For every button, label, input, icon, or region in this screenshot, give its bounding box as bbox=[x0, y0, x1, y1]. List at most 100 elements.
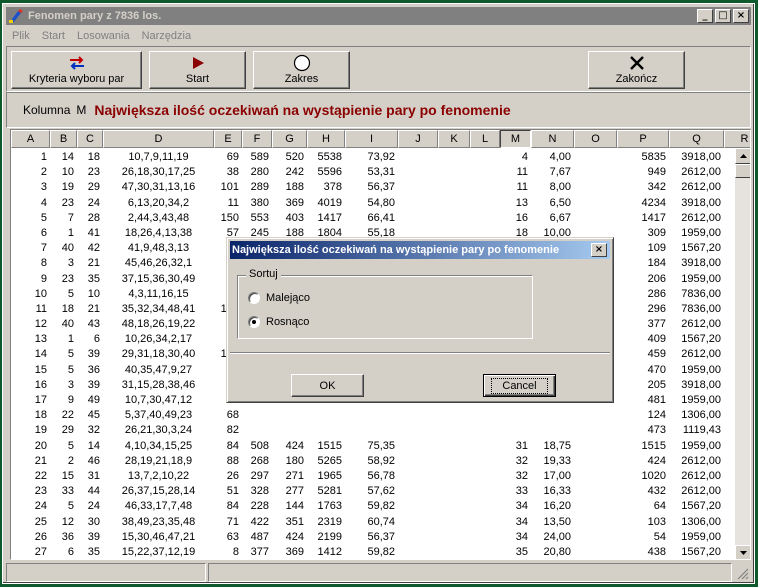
dialog-close-button[interactable]: × bbox=[591, 243, 607, 257]
menu-narzedzia[interactable]: Narzędzia bbox=[136, 30, 198, 42]
radio-ascending[interactable]: Rosnąco bbox=[248, 316, 309, 328]
cell-a: 10 bbox=[34, 287, 47, 300]
column-header-b[interactable]: B bbox=[50, 130, 77, 148]
cell-m bbox=[500, 423, 531, 438]
close-icon: × bbox=[594, 244, 604, 255]
menu-losowania[interactable]: Losowania bbox=[71, 30, 136, 42]
table-row[interactable]: 25 12 30 38,49,23,35,48 71 422 351 2319 60,74 34 1… bbox=[11, 515, 750, 530]
column-header-m[interactable]: M bbox=[500, 130, 531, 148]
radio-descending-dot[interactable] bbox=[248, 292, 260, 304]
cell-a: 21 bbox=[34, 454, 47, 467]
maximize-button[interactable]: □ bbox=[715, 9, 731, 23]
table-row[interactable]: 3 19 29 47,30,31,13,16 101 289 188 378 56,37 11 8,… bbox=[11, 180, 750, 195]
cell-p: 481 bbox=[647, 394, 666, 406]
close-button[interactable]: × bbox=[733, 9, 749, 23]
cell-h: 1763 bbox=[317, 500, 342, 513]
column-header-c[interactable]: C bbox=[77, 130, 103, 148]
column-header-a[interactable]: A bbox=[11, 130, 50, 148]
column-header-n[interactable]: N bbox=[531, 130, 574, 148]
cell-i: 60,74 bbox=[367, 515, 395, 528]
start-button[interactable]: Start bbox=[149, 51, 246, 89]
cell-f: 328 bbox=[250, 485, 269, 498]
table-row[interactable]: 26 36 39 15,30,46,47,21 63 487 424 2199 56,37 34 2… bbox=[11, 530, 750, 545]
table-row[interactable]: 1 14 18 10,7,9,11,19 69 589 520 5538 73,92 4 4,00 5… bbox=[11, 150, 750, 165]
column-header-k[interactable]: K bbox=[438, 130, 470, 148]
table-row[interactable]: 2 10 23 26,18,30,17,25 38 280 242 5596 53,31 11 7,… bbox=[11, 165, 750, 180]
column-header-d[interactable]: D bbox=[103, 130, 214, 148]
cell-f: 589 bbox=[250, 151, 269, 163]
cell-m: 33 bbox=[515, 485, 528, 498]
resize-grip-icon[interactable] bbox=[735, 566, 749, 583]
criteria-button[interactable]: Kryteria wyboru par bbox=[11, 51, 142, 89]
cell-g: 520 bbox=[285, 151, 304, 163]
range-button[interactable]: Zakres bbox=[253, 51, 350, 89]
cell-l bbox=[470, 545, 500, 559]
table-row[interactable]: 19293226,21,30,3,24824731119,435386 bbox=[11, 423, 750, 438]
menu-plik[interactable]: Plik bbox=[6, 30, 36, 42]
cell-e: 51 bbox=[226, 485, 239, 498]
close-icon: × bbox=[736, 10, 746, 21]
column-header-e[interactable]: E bbox=[214, 130, 242, 148]
cell-a: 1 bbox=[40, 151, 47, 163]
dialog-title-bar[interactable]: Największa ilość oczekiwań na wystąpieni… bbox=[230, 241, 610, 259]
cell-d: 41,9,48,3,13 bbox=[127, 242, 190, 255]
cell-i: 54,80 bbox=[367, 196, 395, 209]
table-row[interactable]: 21 2 46 28,19,21,18,9 88 268 180 5265 58,92 32 19,… bbox=[11, 454, 750, 469]
scroll-down-button[interactable] bbox=[735, 545, 750, 559]
cell-n bbox=[531, 408, 574, 423]
cell-c: 41 bbox=[87, 226, 100, 239]
table-row[interactable]: 1822455,37,40,49,23681241306,006915 bbox=[11, 408, 750, 423]
table-row[interactable]: 27 6 35 15,22,37,12,19 8 377 369 1412 59,82 35 20,… bbox=[11, 545, 750, 559]
column-header-r[interactable]: R bbox=[724, 130, 750, 148]
table-row[interactable]: 23 33 44 26,37,15,28,14 51 328 277 5281 57,62 33 1… bbox=[11, 484, 750, 499]
table-row[interactable]: 4 23 24 6,13,20,34,2 11 380 369 4019 54,80 13 6,50… bbox=[11, 196, 750, 211]
column-header-i[interactable]: I bbox=[345, 130, 398, 148]
column-header-p[interactable]: P bbox=[617, 130, 669, 148]
exit-button[interactable]: Zakończ bbox=[588, 51, 685, 89]
table-row[interactable]: 22 15 31 13,7,2,10,22 26 297 271 1965 56,78 32 17,… bbox=[11, 469, 750, 484]
cell-m: 32 bbox=[515, 454, 528, 467]
cell-g: 424 bbox=[285, 439, 304, 452]
cell-p: 103 bbox=[647, 515, 666, 528]
column-header-q[interactable]: Q bbox=[669, 130, 724, 148]
cell-n: 20,80 bbox=[543, 545, 571, 558]
cell-j bbox=[398, 530, 438, 545]
cell-a: 2 bbox=[40, 166, 47, 179]
column-header-g[interactable]: G bbox=[272, 130, 307, 148]
cell-b: 3 bbox=[67, 257, 74, 270]
scroll-up-button[interactable] bbox=[735, 148, 750, 164]
cell-q: 2612,00 bbox=[681, 454, 721, 467]
cancel-button[interactable]: Cancel bbox=[483, 374, 556, 397]
column-header-l[interactable]: L bbox=[470, 130, 500, 148]
cell-m: 11 bbox=[516, 166, 528, 179]
column-header-o[interactable]: O bbox=[574, 130, 617, 148]
radio-descending[interactable]: Malejąco bbox=[248, 292, 310, 304]
cell-e: 69 bbox=[226, 151, 239, 163]
cell-n: 7,67 bbox=[549, 166, 571, 179]
cell-h: 2199 bbox=[317, 530, 342, 543]
minimize-button[interactable]: _ bbox=[697, 9, 713, 23]
table-row[interactable]: 24 5 24 46,33,17,7,48 84 228 144 1763 59,82 34 16,… bbox=[11, 499, 750, 514]
vertical-scrollbar[interactable] bbox=[735, 148, 750, 559]
cell-p: 949 bbox=[647, 166, 666, 179]
cell-n: 8,00 bbox=[549, 181, 571, 194]
cell-g: 403 bbox=[285, 211, 304, 224]
ok-button[interactable]: OK bbox=[291, 374, 364, 397]
column-header-j[interactable]: J bbox=[398, 130, 438, 148]
radio-ascending-dot[interactable] bbox=[248, 316, 260, 328]
cell-i: 59,82 bbox=[367, 545, 395, 558]
column-header-f[interactable]: F bbox=[242, 130, 272, 148]
title-bar[interactable]: Fenomen pary z 7836 los. _ □ × bbox=[6, 7, 751, 25]
cell-o bbox=[574, 165, 617, 180]
cell-j bbox=[398, 423, 438, 438]
scroll-thumb[interactable] bbox=[735, 164, 750, 178]
app-icon bbox=[8, 8, 24, 24]
column-header-h[interactable]: H bbox=[307, 130, 345, 148]
cell-a: 9 bbox=[40, 272, 47, 285]
cell-b: 7 bbox=[67, 211, 74, 224]
cell-b: 23 bbox=[61, 196, 74, 209]
table-row[interactable]: 5 7 28 2,44,3,43,48 150 553 403 1417 66,41 16 6,67… bbox=[11, 211, 750, 226]
menu-start[interactable]: Start bbox=[36, 30, 71, 42]
column-label: Kolumna bbox=[23, 103, 71, 117]
table-row[interactable]: 20 5 14 4,10,34,15,25 84 508 424 1515 75,35 31 18,… bbox=[11, 439, 750, 454]
